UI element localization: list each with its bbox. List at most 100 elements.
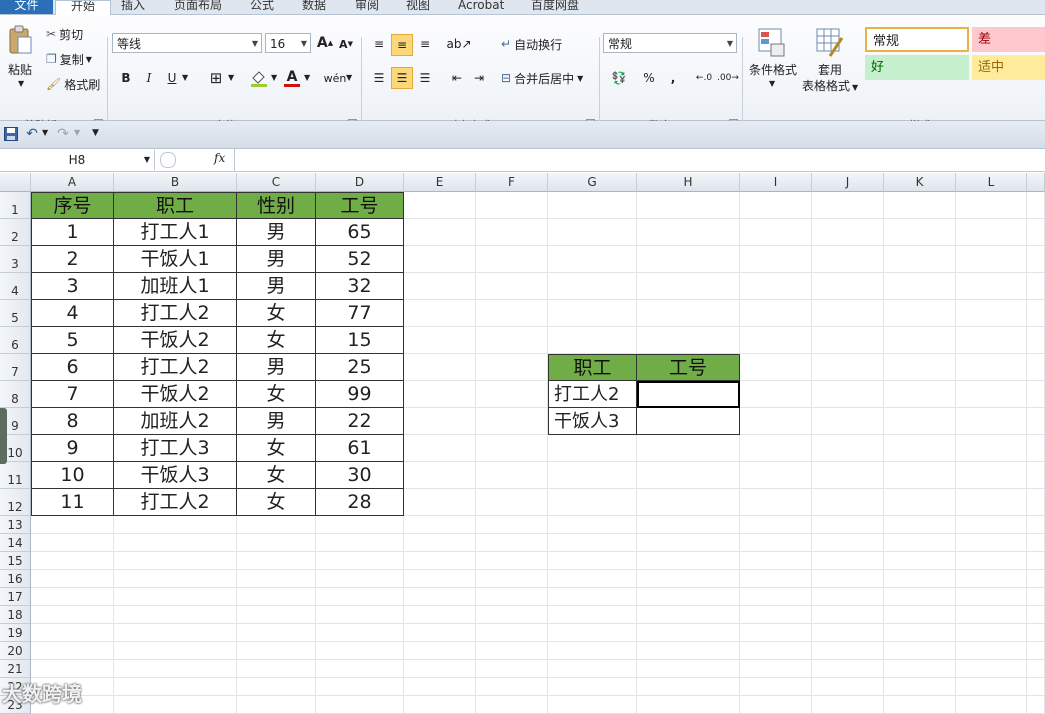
- grid-cell[interactable]: [812, 660, 884, 678]
- grid-cell[interactable]: [476, 435, 548, 462]
- grid-cell[interactable]: [114, 624, 237, 642]
- grid-cell[interactable]: [404, 381, 476, 408]
- table1-data-cell[interactable]: 女: [237, 489, 316, 516]
- grid-cell[interactable]: [637, 300, 740, 327]
- grid-cell[interactable]: [637, 606, 740, 624]
- grid-cell[interactable]: [637, 588, 740, 606]
- grid-cell[interactable]: [548, 435, 637, 462]
- table1-data-cell[interactable]: 女: [237, 300, 316, 327]
- grid-cell[interactable]: [404, 642, 476, 660]
- grid-cell[interactable]: [740, 192, 812, 219]
- grid-cell[interactable]: [740, 219, 812, 246]
- grid-cell[interactable]: [476, 489, 548, 516]
- grid-cell[interactable]: [637, 462, 740, 489]
- grid-cell[interactable]: [740, 354, 812, 381]
- grid-cell[interactable]: [1027, 408, 1045, 435]
- shrink-font-button[interactable]: A ▼: [338, 35, 354, 53]
- grid-cell[interactable]: [740, 462, 812, 489]
- table1-data-cell[interactable]: 6: [31, 354, 114, 381]
- table1-data-cell[interactable]: 干饭人2: [114, 327, 237, 354]
- underline-button[interactable]: U: [164, 68, 180, 88]
- grid-cell[interactable]: [31, 624, 114, 642]
- align-center-icon[interactable]: ☰: [391, 67, 413, 89]
- grid-cell[interactable]: [237, 516, 316, 534]
- grid-cell[interactable]: [812, 624, 884, 642]
- grid-cell[interactable]: [404, 624, 476, 642]
- grid-cell[interactable]: [956, 606, 1027, 624]
- grid-cell[interactable]: [237, 678, 316, 696]
- comma-button[interactable]: ,: [666, 68, 680, 88]
- grid-cell[interactable]: [812, 192, 884, 219]
- tab-home[interactable]: 开始: [55, 0, 111, 15]
- grid-cell[interactable]: [884, 606, 956, 624]
- column-header-l[interactable]: L: [956, 173, 1027, 192]
- grid-cell[interactable]: [1027, 570, 1045, 588]
- row-header-14[interactable]: 14: [0, 534, 31, 552]
- grid-cell[interactable]: [812, 606, 884, 624]
- grid-cell[interactable]: [956, 354, 1027, 381]
- grid-cell[interactable]: [956, 192, 1027, 219]
- column-header-j[interactable]: J: [812, 173, 884, 192]
- grid-cell[interactable]: [548, 516, 637, 534]
- font-name-select[interactable]: 等线 ▼: [112, 33, 262, 53]
- grid-cell[interactable]: [476, 588, 548, 606]
- grid-cell[interactable]: [476, 570, 548, 588]
- grid-cell[interactable]: [114, 552, 237, 570]
- tab-review[interactable]: 审阅: [355, 0, 379, 14]
- grid-cell[interactable]: [884, 462, 956, 489]
- grid-cell[interactable]: [956, 642, 1027, 660]
- grid-cell[interactable]: [404, 552, 476, 570]
- grid-cell[interactable]: [812, 588, 884, 606]
- grid-cell[interactable]: [812, 642, 884, 660]
- grid-cell[interactable]: [740, 246, 812, 273]
- grid-cell[interactable]: [1027, 246, 1045, 273]
- grid-cell[interactable]: [637, 660, 740, 678]
- grid-cell[interactable]: [404, 327, 476, 354]
- row-header-8[interactable]: 8: [0, 381, 31, 408]
- column-header-d[interactable]: D: [316, 173, 404, 192]
- column-header-c[interactable]: C: [237, 173, 316, 192]
- grid-cell[interactable]: [548, 606, 637, 624]
- grid-cell[interactable]: [884, 642, 956, 660]
- grid-cell[interactable]: [476, 246, 548, 273]
- tab-page-layout[interactable]: 页面布局: [174, 0, 222, 14]
- table1-data-cell[interactable]: 女: [237, 381, 316, 408]
- grid-cell[interactable]: [884, 354, 956, 381]
- grid-cell[interactable]: [637, 192, 740, 219]
- table1-data-cell[interactable]: 11: [31, 489, 114, 516]
- grid-cell[interactable]: [812, 219, 884, 246]
- grid-cell[interactable]: [1027, 462, 1045, 489]
- grid-cell[interactable]: [956, 489, 1027, 516]
- grid-cell[interactable]: [404, 660, 476, 678]
- grid-cell[interactable]: [476, 606, 548, 624]
- grid-cell[interactable]: [740, 435, 812, 462]
- table1-data-cell[interactable]: 1: [31, 219, 114, 246]
- row-header-7[interactable]: 7: [0, 354, 31, 381]
- grid-cell[interactable]: [1027, 642, 1045, 660]
- row-header-18[interactable]: 18: [0, 606, 31, 624]
- grid-cell[interactable]: [114, 660, 237, 678]
- grid-cell[interactable]: [548, 570, 637, 588]
- grid-cell[interactable]: [812, 246, 884, 273]
- grid-cell[interactable]: [316, 552, 404, 570]
- grid-cell[interactable]: [956, 696, 1027, 714]
- row-header-6[interactable]: 6: [0, 327, 31, 354]
- grid-cell[interactable]: [316, 588, 404, 606]
- grid-cell[interactable]: [740, 660, 812, 678]
- grid-cell[interactable]: [114, 516, 237, 534]
- grid-cell[interactable]: [884, 516, 956, 534]
- column-header-k[interactable]: K: [884, 173, 956, 192]
- column-header-f[interactable]: F: [476, 173, 548, 192]
- grid-cell[interactable]: [1027, 300, 1045, 327]
- redo-dropdown-arrow[interactable]: ▼: [74, 128, 80, 137]
- merge-center-button[interactable]: ⊟ 合并后居中 ▼: [501, 68, 583, 88]
- grid-cell[interactable]: [740, 381, 812, 408]
- grid-cell[interactable]: [740, 534, 812, 552]
- grid-cell[interactable]: [476, 327, 548, 354]
- grid-cell[interactable]: [812, 354, 884, 381]
- grid-cell[interactable]: [740, 327, 812, 354]
- decrease-indent-icon[interactable]: ⇤: [447, 68, 467, 88]
- table1-data-cell[interactable]: 52: [316, 246, 404, 273]
- grid-cell[interactable]: [956, 516, 1027, 534]
- font-color-dropdown-arrow[interactable]: ▼: [304, 73, 310, 82]
